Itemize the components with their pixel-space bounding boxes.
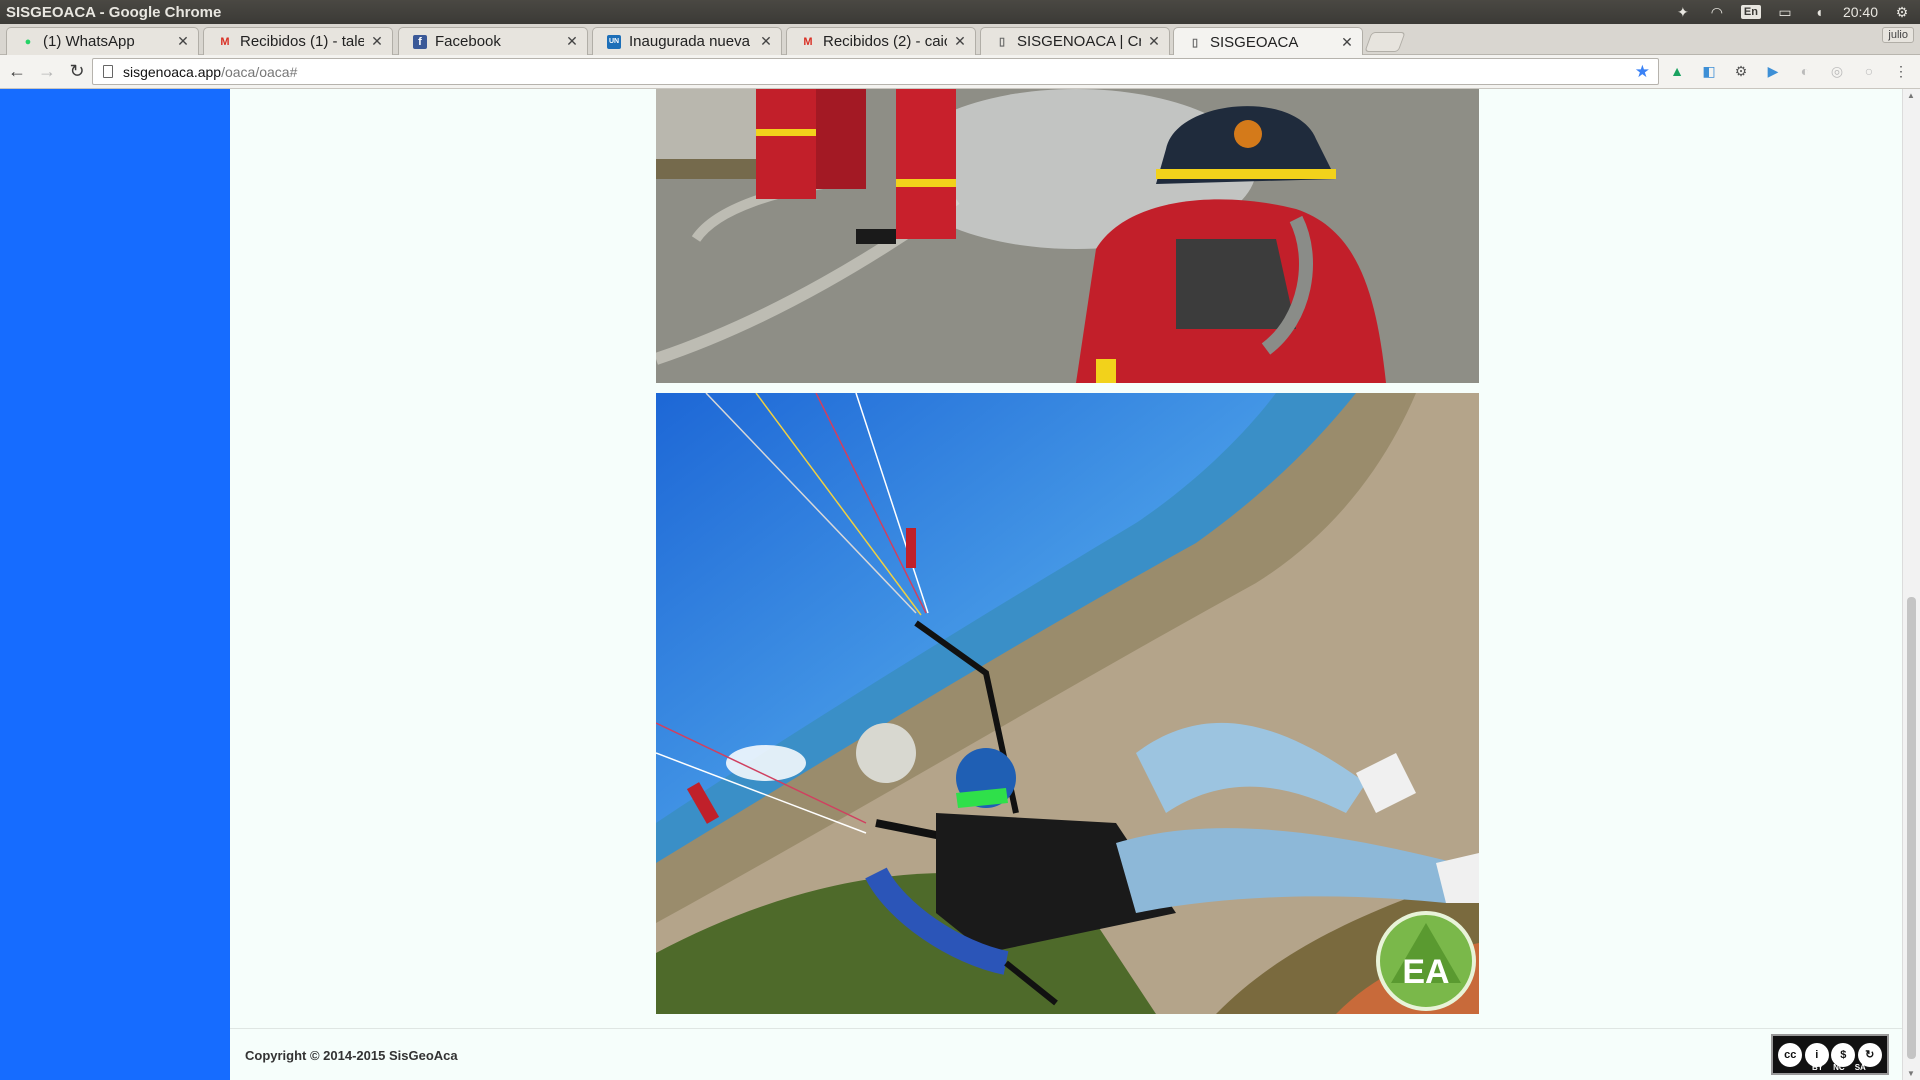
wifi-icon[interactable]: ◠ [1707,4,1727,20]
firefighters-illustration [656,89,1479,383]
gear-icon[interactable]: ⚙ [1730,60,1752,82]
close-icon[interactable]: ✕ [176,33,190,50]
scrollbar-thumb[interactable] [1907,597,1916,1059]
paragliding-illustration: EA [656,393,1479,1014]
address-bar[interactable]: sisgenoaca.app/oaca/oaca# ★ [92,58,1659,85]
gmail-icon: M [220,35,230,48]
browser-toolbar: ← → ↻ sisgenoaca.app/oaca/oaca# ★ ▲ ◧ ⚙ … [0,55,1920,89]
close-icon[interactable]: ✕ [1340,34,1354,51]
url-host: sisgenoaca.app [123,63,222,80]
extension-icon[interactable]: ○ [1858,60,1880,82]
extension-icon[interactable]: ◐ [1794,60,1816,82]
paragliding-photo: EA [656,393,1479,1014]
reload-icon[interactable]: ↻ [64,59,90,85]
svg-text:EA: EA [1402,953,1449,991]
extension-icons: ▲ ◧ ⚙ ▶ ◐ ◎ ○ ⋮ [1666,60,1912,82]
license-labels: BY NC SA [1812,1063,1866,1072]
tab-label: SISGENOACA | Crea [1017,33,1141,50]
os-title-bar: SISGEOACA - Google Chrome ✦ ◠ En ▭ ◖ 20:… [0,0,1920,24]
vertical-scrollbar[interactable]: ▲ ▼ [1902,89,1920,1080]
close-icon[interactable]: ✕ [1147,33,1161,50]
new-tab-button[interactable] [1364,32,1406,52]
page-icon [103,65,113,78]
tab-gmail-talen[interactable]: M Recibidos (1) - talen ✕ [203,27,393,55]
profile-button[interactable]: julio [1882,27,1914,43]
page-icon: ▯ [1191,36,1199,49]
news-icon: UN [607,34,621,49]
close-icon[interactable]: ✕ [370,33,384,50]
settings-gear-icon[interactable]: ⚙ [1892,4,1912,20]
tab-label: Recibidos (2) - caice [823,33,947,50]
tab-label: SISGEOACA [1210,33,1299,51]
dropbox-icon[interactable]: ✦ [1673,4,1693,20]
cast-icon[interactable]: ▶ [1762,60,1784,82]
tab-label: Inaugurada nueva [629,33,750,50]
url-path: /oaca/oaca# [221,63,298,80]
system-tray: ✦ ◠ En ▭ ◖ 20:40 ⚙ [1673,4,1920,21]
tab-label: Facebook [435,33,501,50]
license-label-sa: SA [1854,1063,1866,1072]
footer-divider [230,1028,1902,1029]
back-arrow-icon[interactable]: ← [4,59,30,85]
page-icon: ▯ [998,36,1006,48]
scroll-up-arrow-icon[interactable]: ▲ [1907,91,1915,100]
gmail-icon: M [803,35,813,48]
forward-arrow-icon[interactable]: → [34,59,60,85]
tab-whatsapp[interactable]: ● (1) WhatsApp ✕ [6,27,199,55]
volume-icon[interactable]: ◖ [1809,4,1829,20]
window-title: SISGEOACA - Google Chrome [6,3,222,21]
firefighters-photo [656,89,1479,383]
license-label-by: BY [1812,1063,1824,1072]
close-icon[interactable]: ✕ [953,33,967,50]
tab-sisgenoaca-crea[interactable]: ▯ SISGENOACA | Crea ✕ [980,27,1170,55]
tab-strip: ● (1) WhatsApp ✕ M Recibidos (1) - talen… [0,24,1920,56]
extension-icon[interactable]: ◧ [1698,60,1720,82]
tab-label: Recibidos (1) - talen [240,33,364,50]
battery-icon[interactable]: ▭ [1775,4,1795,20]
menu-icon[interactable]: ⋮ [1890,60,1912,82]
close-icon[interactable]: ✕ [759,33,773,50]
footer-copyright: Copyright © 2014-2015 SisGeoAca [245,1048,458,1063]
close-icon[interactable]: ✕ [565,33,579,50]
scroll-down-arrow-icon[interactable]: ▼ [1907,1069,1915,1078]
tab-sisgeoaca[interactable]: ▯ SISGEOACA ✕ [1173,27,1363,56]
tab-inaugurada[interactable]: UN Inaugurada nueva ✕ [592,27,782,55]
tab-facebook[interactable]: f Facebook ✕ [398,27,588,55]
extension-icon[interactable]: ◎ [1826,60,1848,82]
whatsapp-icon: ● [24,35,32,48]
sidebar [0,89,230,1080]
facebook-icon: f [413,34,427,49]
cc-icon: cc [1778,1042,1803,1067]
tab-label: (1) WhatsApp [43,33,135,50]
keyboard-layout-indicator[interactable]: En [1740,5,1761,19]
clock[interactable]: 20:40 [1843,4,1878,20]
drive-icon[interactable]: ▲ [1666,60,1688,82]
bookmark-star-icon[interactable]: ★ [1635,62,1650,82]
tab-gmail-caice[interactable]: M Recibidos (2) - caice ✕ [786,27,976,55]
license-label-nc: NC [1833,1063,1845,1072]
